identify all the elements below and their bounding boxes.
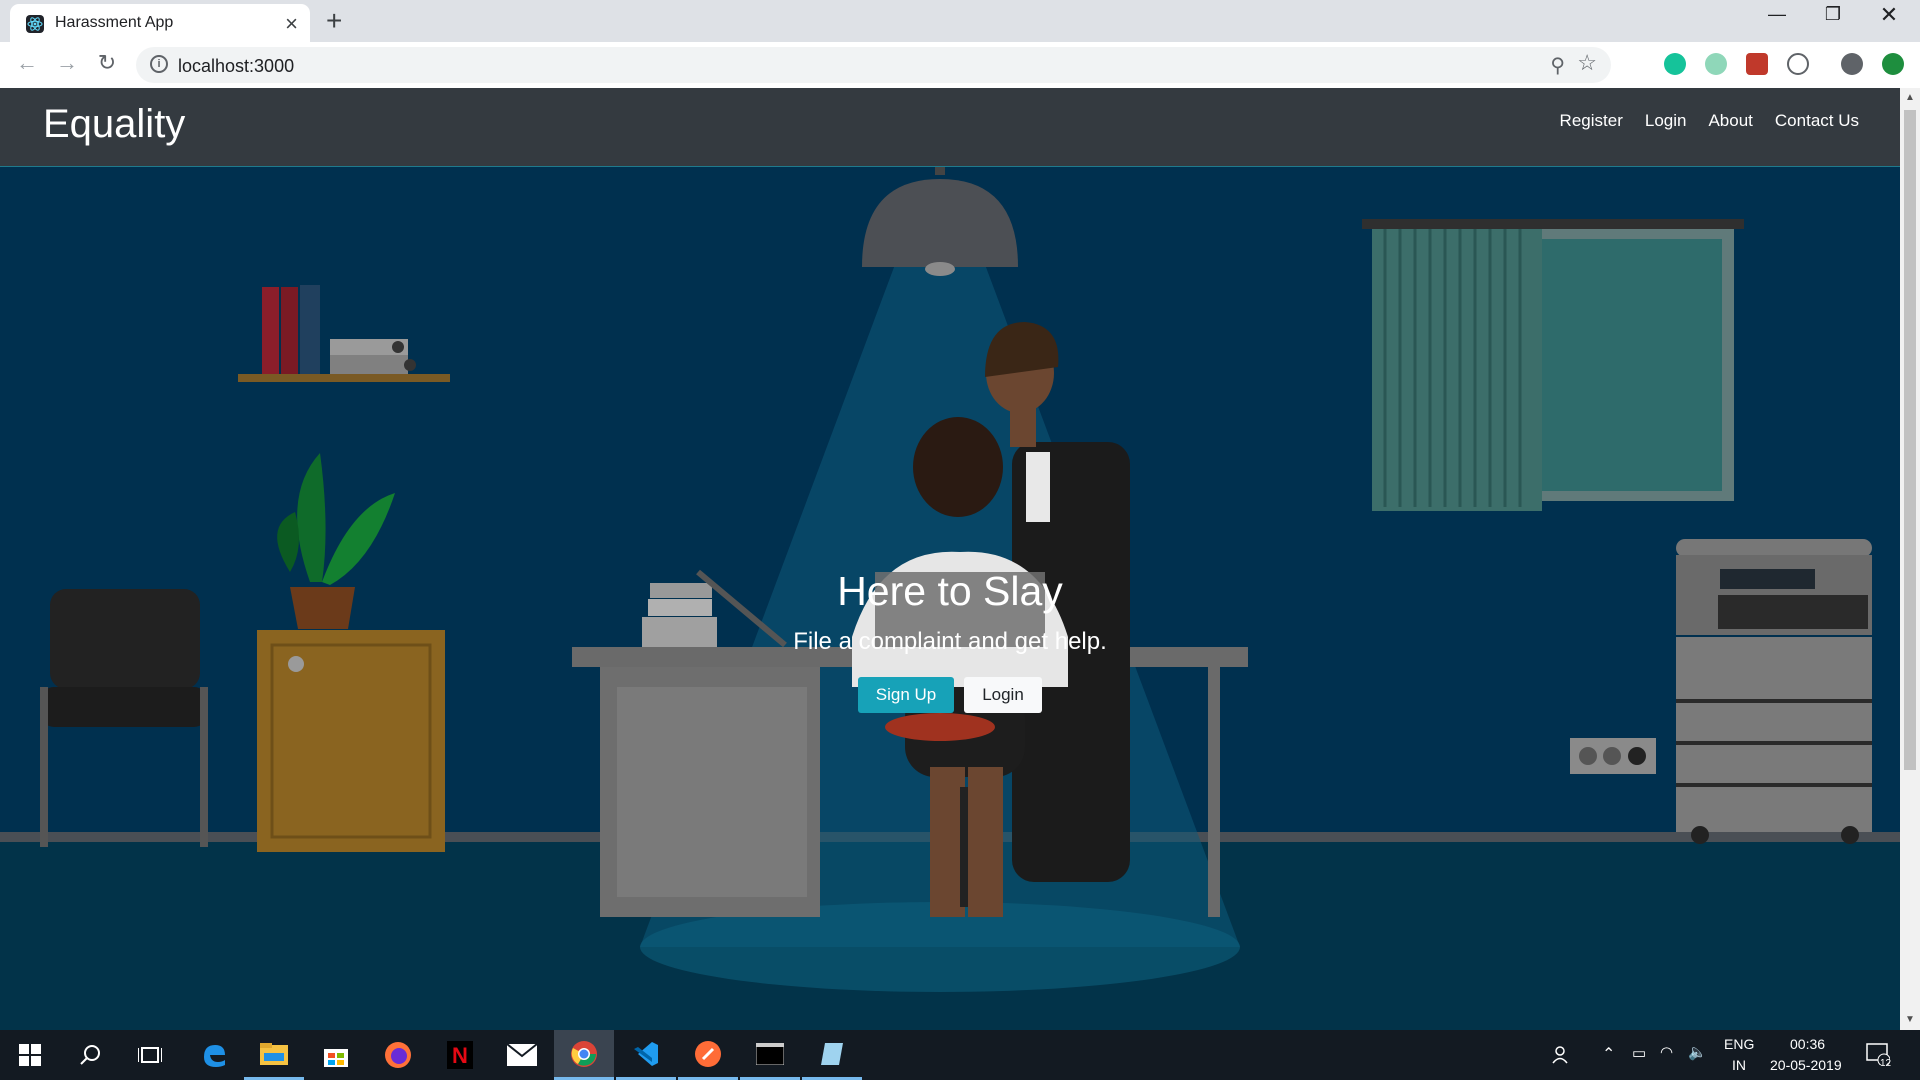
hero-buttons: Sign Up Login — [0, 677, 1900, 713]
site-navbar: Equality Register Login About Contact Us — [0, 88, 1900, 167]
close-tab-icon[interactable]: × — [285, 11, 298, 37]
vscode-icon[interactable] — [616, 1030, 676, 1080]
chrome-icon[interactable] — [554, 1030, 614, 1080]
mail-icon[interactable] — [492, 1030, 552, 1080]
extension-icon[interactable] — [1705, 53, 1727, 75]
nav-about-link[interactable]: About — [1708, 111, 1752, 131]
update-icon[interactable] — [1882, 53, 1904, 75]
action-center-icon[interactable]: 12 — [1866, 1030, 1906, 1080]
postman-icon[interactable] — [678, 1030, 738, 1080]
tab-strip: Harassment App × + — ❐ ✕ — [0, 0, 1920, 42]
forward-icon[interactable]: → — [52, 50, 82, 76]
volume-icon[interactable]: 🔈 — [1688, 1043, 1707, 1061]
tab-title: Harassment App — [55, 14, 174, 31]
file-explorer-icon[interactable] — [244, 1030, 304, 1080]
url-text[interactable]: localhost:3000 — [178, 56, 294, 77]
extension-icon[interactable] — [1787, 53, 1809, 75]
nav-register-link[interactable]: Register — [1560, 111, 1623, 131]
address-bar[interactable]: i localhost:3000 ⚲ ☆ — [136, 47, 1611, 83]
region-indicator[interactable]: IN — [1732, 1057, 1746, 1073]
tray-chevron-icon[interactable]: ⌃ — [1602, 1044, 1615, 1064]
reload-icon[interactable]: ↻ — [92, 50, 122, 76]
back-icon[interactable]: ← — [12, 50, 42, 76]
microsoft-store-icon[interactable] — [306, 1030, 366, 1080]
clock-date[interactable]: 20-05-2019 — [1770, 1057, 1842, 1073]
terminal-icon[interactable] — [740, 1030, 800, 1080]
scroll-down-icon[interactable]: ▼ — [1900, 1014, 1920, 1025]
profile-avatar-icon[interactable] — [1841, 53, 1863, 75]
login-button[interactable]: Login — [964, 677, 1042, 713]
site-info-icon[interactable]: i — [150, 55, 168, 73]
task-view-icon[interactable] — [120, 1030, 180, 1080]
page-scrollbar[interactable]: ▲ ▼ — [1900, 88, 1920, 1030]
clock-time[interactable]: 00:36 — [1790, 1036, 1825, 1052]
nav-login-link[interactable]: Login — [1645, 111, 1687, 131]
nav-links: Register Login About Contact Us — [1560, 111, 1859, 131]
windows-start-icon[interactable] — [0, 1030, 60, 1080]
edge-browser-icon[interactable] — [184, 1030, 244, 1080]
sign-up-button[interactable]: Sign Up — [858, 677, 954, 713]
window-close-icon[interactable]: ✕ — [1874, 2, 1904, 28]
minimize-icon[interactable]: — — [1762, 4, 1792, 25]
notification-count-badge: 12 — [1880, 1058, 1892, 1069]
scroll-up-icon[interactable]: ▲ — [1900, 92, 1920, 103]
brand-logo[interactable]: Equality — [43, 102, 185, 147]
wifi-icon[interactable]: ◠ — [1660, 1043, 1673, 1061]
browser-toolbar: ← → ↻ i localhost:3000 ⚲ ☆ — [0, 42, 1920, 88]
react-favicon-icon — [26, 15, 44, 33]
scrollbar-thumb[interactable] — [1904, 110, 1916, 770]
hero-title: Here to Slay — [837, 568, 1063, 614]
firefox-icon[interactable] — [368, 1030, 428, 1080]
bookmark-star-icon[interactable]: ☆ — [1577, 50, 1597, 76]
svg-text:N: N — [452, 1043, 468, 1068]
notepad-app-icon[interactable] — [802, 1030, 862, 1080]
people-icon[interactable] — [1552, 1030, 1582, 1080]
restore-icon[interactable]: ❐ — [1818, 4, 1848, 25]
language-indicator[interactable]: ENG — [1724, 1036, 1754, 1052]
battery-icon[interactable]: ▭ — [1632, 1044, 1646, 1062]
web-page: Equality Register Login About Contact Us… — [0, 88, 1900, 1030]
zoom-icon[interactable]: ⚲ — [1550, 53, 1565, 78]
netflix-icon[interactable]: N — [430, 1030, 490, 1080]
nav-contact-link[interactable]: Contact Us — [1775, 111, 1859, 131]
search-icon[interactable] — [60, 1030, 120, 1080]
hero-subtitle: File a complaint and get help. — [793, 628, 1107, 655]
windows-taskbar: N ⌃ ▭ ◠ 🔈 ENG IN 00:36 20-05-2019 12 — [0, 1030, 1920, 1080]
new-tab-icon[interactable]: + — [326, 5, 342, 37]
browser-tab[interactable]: Harassment App × — [10, 4, 310, 42]
grammarly-extension-icon[interactable] — [1664, 53, 1686, 75]
extension-icon[interactable] — [1746, 53, 1768, 75]
